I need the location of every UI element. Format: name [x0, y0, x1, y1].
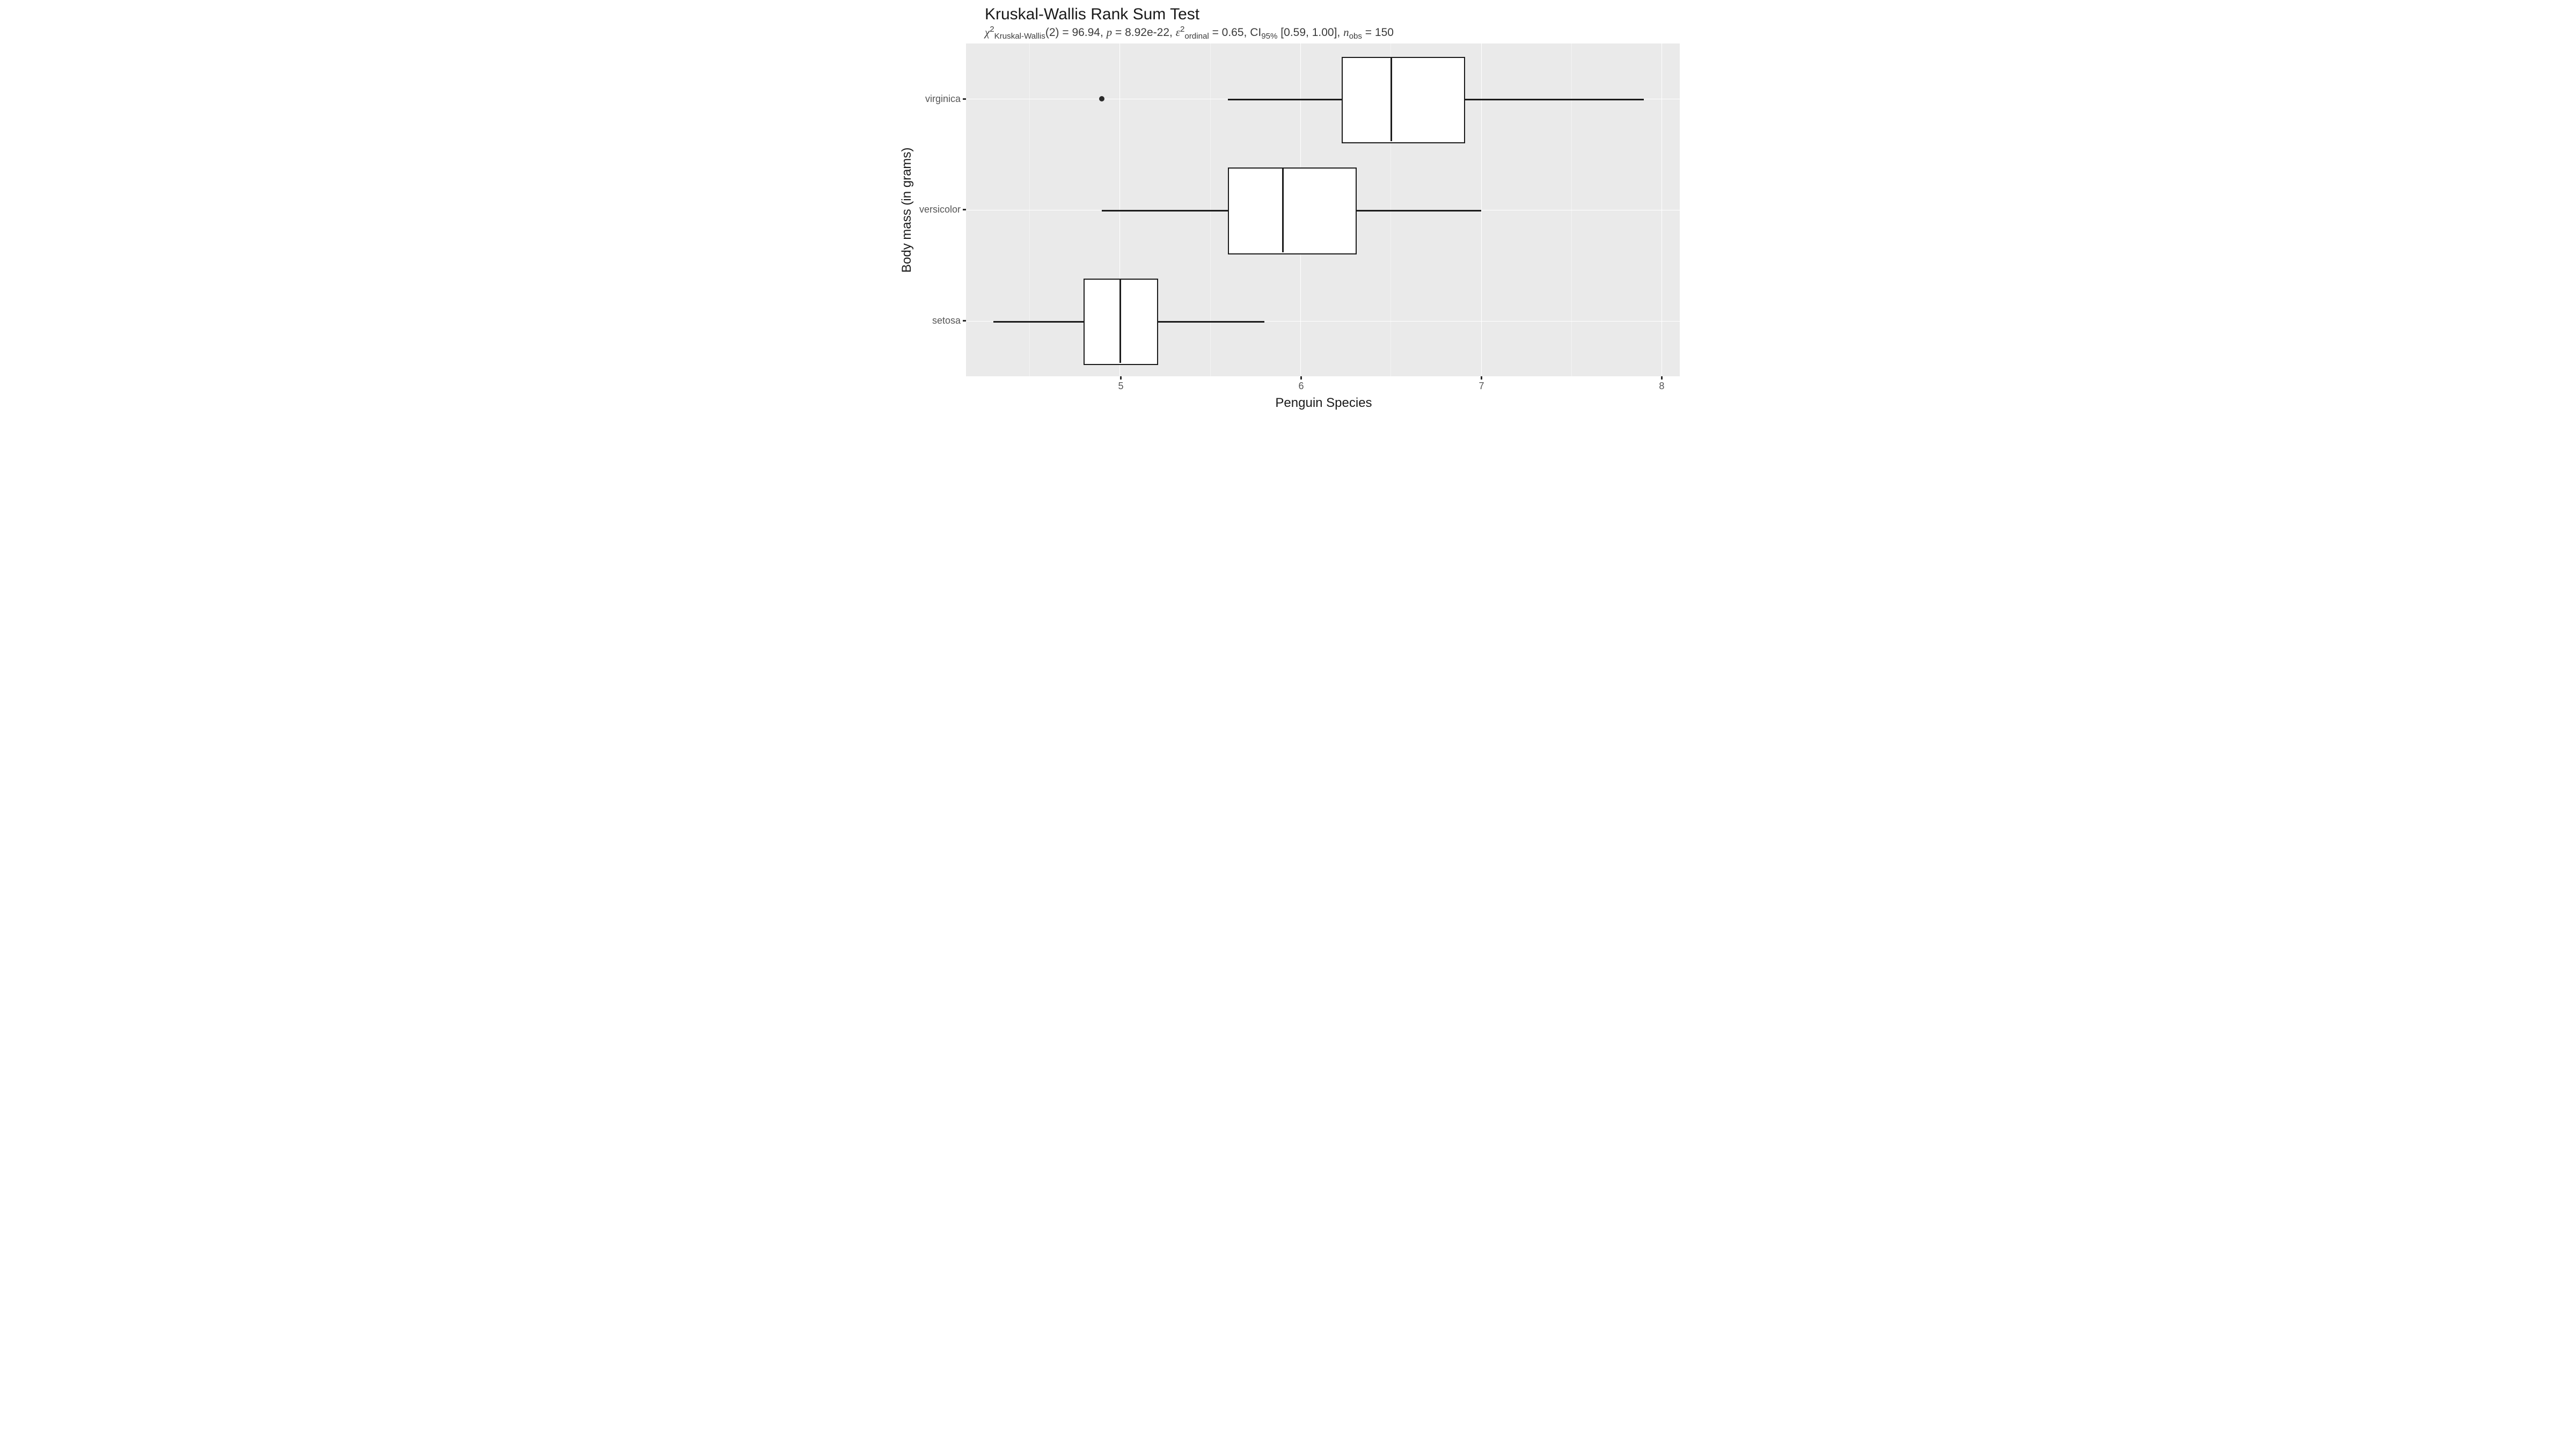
plot-area: Body mass (in grams) virginica versicolo…	[896, 43, 1680, 376]
x-tick-label: 8	[1659, 381, 1664, 392]
stat-chi2: χ2Kruskal-Wallis(2) = 96.94	[985, 26, 1100, 39]
chart-title: Kruskal-Wallis Rank Sum Test	[985, 5, 1680, 24]
median-line	[1119, 279, 1121, 363]
whisker-lo	[1102, 210, 1228, 212]
box-versicolor	[1228, 167, 1357, 254]
stat-nobs: nobs = 150	[1343, 26, 1394, 39]
stat-p: p = 8.92e-22	[1107, 26, 1169, 39]
median-line	[1282, 167, 1284, 252]
x-tick: 5	[1118, 376, 1124, 392]
tick-mark	[1481, 376, 1482, 380]
y-axis-title: Body mass (in grams)	[896, 43, 918, 376]
chart-subtitle: χ2Kruskal-Wallis(2) = 96.94, p = 8.92e-2…	[985, 26, 1680, 39]
y-tick-label: virginica	[925, 93, 961, 105]
whisker-lo	[993, 321, 1084, 323]
x-axis-title: Penguin Species	[968, 396, 1680, 411]
y-tick: versicolor	[918, 204, 966, 215]
tick-mark	[1300, 376, 1302, 380]
x-tick: 6	[1298, 376, 1304, 392]
x-tick: 7	[1479, 376, 1484, 392]
median-line	[1391, 57, 1392, 141]
y-tick: virginica	[918, 93, 966, 105]
stat-ci: CI95% [0.59, 1.00]	[1250, 26, 1337, 39]
outlier-point	[1099, 96, 1104, 101]
whisker-hi	[1355, 210, 1481, 212]
x-tick-label: 6	[1298, 381, 1304, 392]
stat-df: 2	[1049, 26, 1056, 39]
x-tick-label: 5	[1118, 381, 1124, 392]
box-virginica	[1342, 57, 1465, 143]
x-tick-label: 7	[1479, 381, 1484, 392]
plot-panel	[966, 43, 1680, 376]
tick-mark	[1120, 376, 1122, 380]
y-tick: setosa	[918, 315, 966, 326]
y-tick-label: setosa	[932, 315, 961, 326]
chart-figure: Kruskal-Wallis Rank Sum Test χ2Kruskal-W…	[885, 0, 1690, 421]
whisker-hi	[1463, 99, 1644, 100]
stat-epsilon: ε2ordinal = 0.65	[1176, 26, 1244, 39]
whisker-hi	[1156, 321, 1264, 323]
tick-mark	[1661, 376, 1663, 380]
y-tick-label: versicolor	[919, 204, 961, 215]
whisker-lo	[1228, 99, 1342, 100]
x-axis: 5 6 7 8	[896, 376, 1680, 395]
x-tick: 8	[1659, 376, 1664, 392]
y-axis-ticks: virginica versicolor setosa	[918, 43, 966, 376]
x-axis-ticks: 5 6 7 8	[968, 376, 1680, 395]
